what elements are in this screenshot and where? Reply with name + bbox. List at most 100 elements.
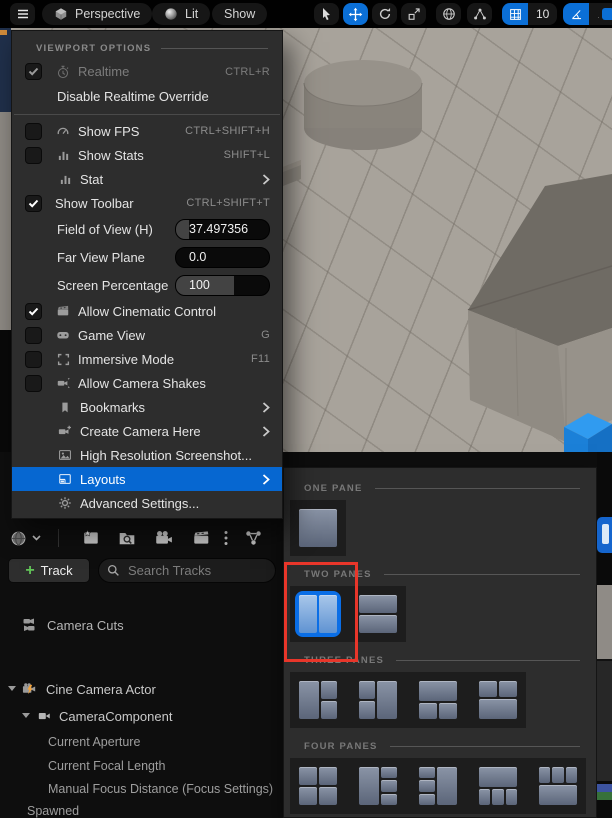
menu-item-label: Stat — [80, 172, 103, 187]
layout-option-three-panes-left[interactable] — [295, 677, 341, 723]
browse-sequences-icon[interactable] — [118, 524, 136, 552]
show-toolbar-checkbox[interactable] — [25, 195, 42, 212]
move-tool-button[interactable] — [343, 3, 368, 25]
layout-option-one-pane[interactable] — [295, 505, 341, 551]
lit-mode-button[interactable]: Lit — [152, 3, 210, 25]
shortcut-label: CTRL+SHIFT+H — [185, 125, 270, 137]
expand-triangle-icon[interactable] — [22, 713, 30, 722]
menu-item-disable-realtime-override[interactable]: Disable Realtime Override — [12, 84, 282, 109]
show-button[interactable]: Show — [212, 3, 267, 25]
fps-gauge-icon — [55, 123, 71, 139]
menu-item-create-camera-here[interactable]: Create Camera Here — [12, 419, 282, 443]
left-edge-dark — [0, 330, 11, 452]
left-edge-strip — [0, 28, 11, 112]
immersive-mode-checkbox[interactable] — [25, 351, 42, 368]
camera-cuts-icon — [22, 617, 38, 633]
track-current-focal-length[interactable]: Current Focal Length — [0, 759, 283, 773]
menu-item-bookmarks[interactable]: Bookmarks — [12, 395, 282, 419]
rotate-icon — [378, 7, 392, 21]
left-edge-viewport-sliver — [0, 112, 11, 330]
track-cine-camera-actor[interactable]: Cine Camera Actor — [0, 681, 283, 697]
sequence-globe-icon[interactable] — [10, 524, 27, 552]
track-camera-component[interactable]: CameraComponent — [0, 708, 283, 724]
angle-snap-button[interactable] — [563, 3, 589, 25]
menu-item-label: Advanced Settings... — [80, 496, 199, 511]
layout-option-three-panes-right[interactable] — [355, 677, 401, 723]
render-movie-icon[interactable] — [154, 524, 173, 552]
track-camera-cuts[interactable]: Camera Cuts — [0, 617, 283, 633]
layout-option-four-panes-right[interactable] — [415, 763, 461, 809]
grid-snap-button[interactable] — [502, 3, 528, 25]
clapperboard-icon — [55, 303, 71, 319]
menu-item-game-view[interactable]: Game View G — [12, 323, 282, 347]
layout-option-four-panes-top[interactable] — [475, 763, 521, 809]
show-fps-checkbox[interactable] — [25, 123, 42, 140]
camera-speed-icon — [602, 8, 612, 20]
add-track-button[interactable]: + Track — [8, 558, 90, 583]
menu-item-show-toolbar[interactable]: Show Toolbar CTRL+SHIFT+T — [12, 191, 282, 215]
layout-option-four-panes-2x2[interactable] — [295, 763, 341, 809]
menu-item-realtime[interactable]: Realtime CTRL+R — [12, 59, 282, 84]
menu-item-show-fps[interactable]: Show FPS CTRL+SHIFT+H — [12, 119, 282, 143]
shortcut-label: CTRL+SHIFT+T — [186, 197, 270, 209]
far-view-plane-input[interactable]: 0.0 — [175, 247, 270, 268]
cine-camera-icon — [22, 681, 38, 697]
bookmark-icon — [57, 399, 73, 415]
show-stats-checkbox[interactable] — [25, 147, 42, 164]
surface-snapping-button[interactable] — [467, 3, 492, 25]
right-edge-strip — [597, 452, 612, 818]
screen-percentage-input[interactable]: 100 — [175, 275, 270, 296]
search-tracks-box[interactable] — [98, 558, 276, 583]
hamburger-icon — [17, 9, 29, 19]
track-manual-focus-distance[interactable]: Manual Focus Distance (Focus Settings) — [0, 782, 283, 796]
actions-icon[interactable] — [244, 524, 263, 552]
layout-option-four-panes-bottom[interactable] — [535, 763, 581, 809]
plus-icon: + — [25, 563, 34, 579]
layout-option-four-panes-left[interactable] — [355, 763, 401, 809]
viewport-options-menu-button[interactable] — [10, 3, 35, 25]
expand-triangle-icon[interactable] — [8, 686, 16, 695]
track-label: Cine Camera Actor — [46, 682, 156, 697]
menu-item-allow-cinematic-control[interactable]: Allow Cinematic Control — [12, 299, 282, 323]
menu-item-stat[interactable]: Stat — [12, 167, 282, 191]
allow-camera-shakes-checkbox[interactable] — [25, 375, 42, 392]
track-current-aperture[interactable]: Current Aperture — [0, 735, 283, 749]
field-label: Screen Percentage — [57, 278, 168, 293]
game-view-checkbox[interactable] — [25, 327, 42, 344]
track-spawned[interactable]: Spawned — [0, 804, 283, 818]
field-of-view-input[interactable]: 37.497356 — [175, 219, 270, 240]
cylinder-mesh[interactable] — [304, 60, 422, 150]
hidden-thumbnail-fragment — [597, 585, 612, 659]
grid-snap-value[interactable]: 10 — [528, 3, 557, 25]
sequencer-toolbar — [0, 524, 283, 552]
perspective-button[interactable]: Perspective — [42, 3, 152, 25]
director-board-icon[interactable] — [192, 524, 210, 552]
allow-cinematic-control-checkbox[interactable] — [25, 303, 42, 320]
rotate-tool-button[interactable] — [372, 3, 397, 25]
world-space-button[interactable] — [436, 3, 461, 25]
layout-option-two-panes-horizontal[interactable] — [355, 591, 401, 637]
realtime-icon — [55, 64, 71, 80]
layout-option-three-panes-top[interactable] — [415, 677, 461, 723]
track-label: Camera Cuts — [47, 618, 124, 633]
save-sequence-icon[interactable] — [82, 524, 100, 552]
menu-item-immersive-mode[interactable]: Immersive Mode F11 — [12, 347, 282, 371]
select-tool-button[interactable] — [314, 3, 339, 25]
screenshot-image-icon — [57, 447, 73, 463]
menu-item-allow-camera-shakes[interactable]: Allow Camera Shakes — [12, 371, 282, 395]
search-tracks-input[interactable] — [126, 562, 267, 579]
menu-item-label: Immersive Mode — [78, 352, 174, 367]
menu-item-advanced-settings[interactable]: Advanced Settings... — [12, 491, 282, 515]
menu-item-layouts[interactable]: Layouts — [12, 467, 282, 491]
snap-icon — [473, 7, 487, 21]
menu-item-show-stats[interactable]: Show Stats SHIFT+L — [12, 143, 282, 167]
menu-item-high-resolution-screenshot[interactable]: High Resolution Screenshot... — [12, 443, 282, 467]
menu-item-label: High Resolution Screenshot... — [80, 448, 252, 463]
layout-option-three-panes-bottom[interactable] — [475, 677, 521, 723]
more-options-icon[interactable] — [224, 524, 228, 552]
realtime-checkbox[interactable] — [25, 63, 42, 80]
house-mesh[interactable] — [468, 174, 612, 442]
scale-tool-button[interactable] — [401, 3, 426, 25]
chevron-down-icon[interactable] — [32, 524, 41, 552]
shortcut-label: SHIFT+L — [224, 149, 270, 161]
